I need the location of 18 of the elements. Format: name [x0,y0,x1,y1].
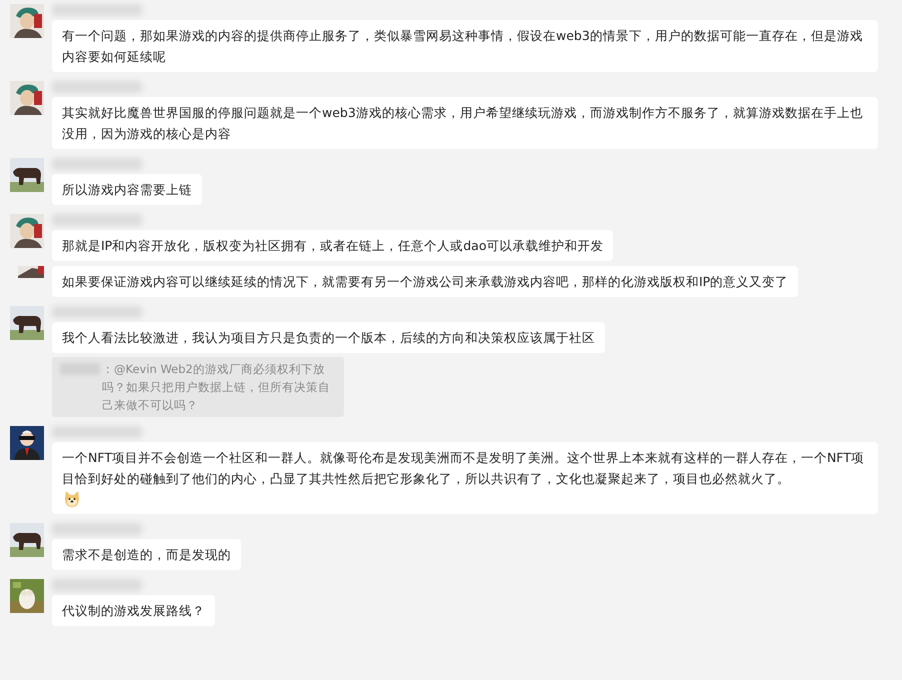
message-text: 如果要保证游戏内容可以继续延续的情况下，就需要有另一个游戏公司来承载游戏内容吧，那样的化游戏版权和IP的意义又变了 [62,273,788,291]
message-text: 有一个问题，那如果游戏的内容的提供商停止服务了，类似暴雪网易这种事情，假设在web3的情景下，用户的数据可能一直存在，但是游戏内容要如何延续呢 [62,27,864,66]
avatar-icon[interactable] [10,158,44,192]
message-text: 那就是IP和内容开放化，版权变为社区拥有，或者在链上，任意个人或dao可以承载维护和开发 [62,237,604,255]
avatar-icon[interactable] [10,306,44,340]
quote-text: ：@Kevin Web2的游戏厂商必须权利下放吗？如果只把用户数据上链，但所有决策自己来做不可以吗？ [102,361,331,414]
avatar-icon[interactable] [10,214,44,248]
message-text: 一个NFT项目并不会创造一个社区和一群人。就像哥伦布是发现美洲而不是发明了美洲。这个世界上本来就有这样的一群人存在，一个NFT项目恰到好处的碰触到了他们的内心，凸显了其共性然后把它形象化了，所以共识有了，文化也凝聚起来了，项目也必然就火了。 [62,449,865,488]
avatar-icon[interactable] [10,4,44,38]
message-text: 所以游戏内容需要上链 [62,181,192,199]
avatar-icon[interactable] [10,523,44,557]
message-text: 需求不是创造的，而是发现的 [62,546,231,564]
avatar-icon[interactable] [10,81,44,115]
message-text: 我个人看法比较激进，我认为项目方只是负责的一个版本，后续的方向和决策权应该属于社区 [62,329,595,347]
quoted-message[interactable]: ：@Kevin Web2的游戏厂商必须权利下放吗？如果只把用户数据上链，但所有决策自己来做不可以吗？ [52,357,344,417]
avatar-icon[interactable] [10,426,44,460]
message-text: 代议制的游戏发展路线？ [62,602,205,620]
message-text: 其实就好比魔兽世界国服的停服问题就是一个web3游戏的核心需求，用户希望继续玩游戏，而游戏制作方不服务了，就算游戏数据在手上也没用，因为游戏的核心是内容 [62,104,864,143]
